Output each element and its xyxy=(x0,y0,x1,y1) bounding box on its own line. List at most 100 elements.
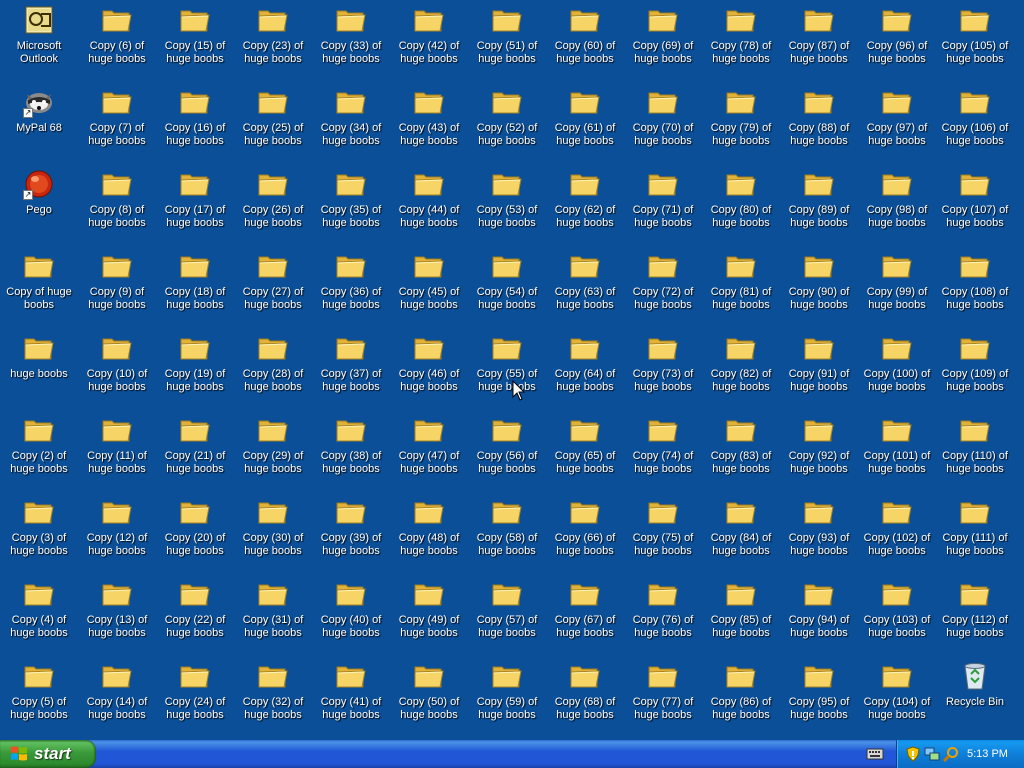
folder-icon[interactable]: Copy (30) of huge boobs xyxy=(234,492,312,570)
folder-icon[interactable]: Copy (10) of huge boobs xyxy=(78,328,156,406)
folder-icon[interactable]: Copy (9) of huge boobs xyxy=(78,246,156,324)
folder-icon[interactable]: Copy (4) of huge boobs xyxy=(0,574,78,652)
folder-icon[interactable]: Copy (16) of huge boobs xyxy=(156,82,234,160)
folder-icon[interactable]: Copy (70) of huge boobs xyxy=(624,82,702,160)
folder-icon[interactable]: Copy (83) of huge boobs xyxy=(702,410,780,488)
folder-icon[interactable]: Copy (80) of huge boobs xyxy=(702,164,780,242)
folder-icon[interactable]: Copy (38) of huge boobs xyxy=(312,410,390,488)
folder-icon[interactable]: Copy (82) of huge boobs xyxy=(702,328,780,406)
folder-icon[interactable]: Copy (35) of huge boobs xyxy=(312,164,390,242)
folder-icon[interactable]: Copy (31) of huge boobs xyxy=(234,574,312,652)
folder-icon[interactable]: Copy (98) of huge boobs xyxy=(858,164,936,242)
folder-icon[interactable]: Copy (105) of huge boobs xyxy=(936,0,1014,78)
folder-icon[interactable]: Copy (75) of huge boobs xyxy=(624,492,702,570)
folder-icon[interactable]: huge boobs xyxy=(0,328,78,406)
folder-icon[interactable]: Copy (66) of huge boobs xyxy=(546,492,624,570)
folder-icon[interactable]: Copy (44) of huge boobs xyxy=(390,164,468,242)
folder-icon[interactable]: Copy (11) of huge boobs xyxy=(78,410,156,488)
folder-icon[interactable]: Copy (12) of huge boobs xyxy=(78,492,156,570)
folder-icon[interactable]: Copy (49) of huge boobs xyxy=(390,574,468,652)
folder-icon[interactable]: Copy (43) of huge boobs xyxy=(390,82,468,160)
recycle-bin-icon[interactable]: Recycle Bin xyxy=(936,656,1014,734)
folder-icon[interactable]: Copy (96) of huge boobs xyxy=(858,0,936,78)
folder-icon[interactable]: Copy (79) of huge boobs xyxy=(702,82,780,160)
folder-icon[interactable]: Copy (61) of huge boobs xyxy=(546,82,624,160)
folder-icon[interactable]: Copy (81) of huge boobs xyxy=(702,246,780,324)
folder-icon[interactable]: Copy (59) of huge boobs xyxy=(468,656,546,734)
folder-icon[interactable]: Copy (103) of huge boobs xyxy=(858,574,936,652)
keyboard-icon[interactable] xyxy=(866,747,884,761)
folder-icon[interactable]: Copy (60) of huge boobs xyxy=(546,0,624,78)
folder-icon[interactable]: Copy (14) of huge boobs xyxy=(78,656,156,734)
folder-icon[interactable]: Copy (78) of huge boobs xyxy=(702,0,780,78)
folder-icon[interactable]: Copy (42) of huge boobs xyxy=(390,0,468,78)
folder-icon[interactable]: Copy (71) of huge boobs xyxy=(624,164,702,242)
folder-icon[interactable]: Copy (74) of huge boobs xyxy=(624,410,702,488)
folder-icon[interactable]: Copy (3) of huge boobs xyxy=(0,492,78,570)
folder-icon[interactable]: Copy (112) of huge boobs xyxy=(936,574,1014,652)
mypal-icon[interactable]: ↗ MyPal 68 xyxy=(0,82,78,160)
folder-icon[interactable]: Copy (33) of huge boobs xyxy=(312,0,390,78)
folder-icon[interactable]: Copy (20) of huge boobs xyxy=(156,492,234,570)
folder-icon[interactable]: Copy (48) of huge boobs xyxy=(390,492,468,570)
folder-icon[interactable]: Copy (84) of huge boobs xyxy=(702,492,780,570)
folder-icon[interactable]: Copy (58) of huge boobs xyxy=(468,492,546,570)
folder-icon[interactable]: Copy (45) of huge boobs xyxy=(390,246,468,324)
folder-icon[interactable]: Copy (106) of huge boobs xyxy=(936,82,1014,160)
folder-icon[interactable]: Copy (86) of huge boobs xyxy=(702,656,780,734)
microsoft-outlook-icon[interactable]: Microsoft Outlook xyxy=(0,0,78,78)
folder-icon[interactable]: Copy (25) of huge boobs xyxy=(234,82,312,160)
folder-icon[interactable]: Copy (62) of huge boobs xyxy=(546,164,624,242)
folder-icon[interactable]: Copy (2) of huge boobs xyxy=(0,410,78,488)
folder-icon[interactable]: Copy (88) of huge boobs xyxy=(780,82,858,160)
folder-icon[interactable]: Copy (37) of huge boobs xyxy=(312,328,390,406)
folder-icon[interactable]: Copy (92) of huge boobs xyxy=(780,410,858,488)
folder-icon[interactable]: Copy (7) of huge boobs xyxy=(78,82,156,160)
folder-icon[interactable]: Copy (41) of huge boobs xyxy=(312,656,390,734)
folder-icon[interactable]: Copy (34) of huge boobs xyxy=(312,82,390,160)
folder-icon[interactable]: Copy (95) of huge boobs xyxy=(780,656,858,734)
folder-icon[interactable]: Copy (46) of huge boobs xyxy=(390,328,468,406)
folder-icon[interactable]: Copy (13) of huge boobs xyxy=(78,574,156,652)
folder-icon[interactable]: Copy (6) of huge boobs xyxy=(78,0,156,78)
folder-icon[interactable]: Copy (99) of huge boobs xyxy=(858,246,936,324)
folder-icon[interactable]: Copy (50) of huge boobs xyxy=(390,656,468,734)
folder-icon[interactable]: Copy (85) of huge boobs xyxy=(702,574,780,652)
security-shield-icon[interactable] xyxy=(905,746,921,762)
folder-icon[interactable]: Copy (67) of huge boobs xyxy=(546,574,624,652)
folder-icon[interactable]: Copy (24) of huge boobs xyxy=(156,656,234,734)
folder-icon[interactable]: Copy (68) of huge boobs xyxy=(546,656,624,734)
folder-icon[interactable]: Copy (64) of huge boobs xyxy=(546,328,624,406)
folder-icon[interactable]: Copy (110) of huge boobs xyxy=(936,410,1014,488)
folder-icon[interactable]: Copy (109) of huge boobs xyxy=(936,328,1014,406)
folder-icon[interactable]: Copy (107) of huge boobs xyxy=(936,164,1014,242)
folder-icon[interactable]: Copy (40) of huge boobs xyxy=(312,574,390,652)
folder-icon[interactable]: Copy (29) of huge boobs xyxy=(234,410,312,488)
folder-icon[interactable]: Copy (65) of huge boobs xyxy=(546,410,624,488)
desktop[interactable]: Microsoft Outlook ↗ MyPal 68 ↗ Pego Recycle B… xyxy=(0,0,1024,740)
folder-icon[interactable]: Copy (47) of huge boobs xyxy=(390,410,468,488)
folder-icon[interactable]: Copy (101) of huge boobs xyxy=(858,410,936,488)
folder-icon[interactable]: Copy (73) of huge boobs xyxy=(624,328,702,406)
folder-icon[interactable]: Copy (32) of huge boobs xyxy=(234,656,312,734)
folder-icon[interactable]: Copy (23) of huge boobs xyxy=(234,0,312,78)
folder-icon[interactable]: Copy (89) of huge boobs xyxy=(780,164,858,242)
pego-icon[interactable]: ↗ Pego xyxy=(0,164,78,242)
folder-icon[interactable]: Copy (104) of huge boobs xyxy=(858,656,936,734)
folder-icon[interactable]: Copy (8) of huge boobs xyxy=(78,164,156,242)
folder-icon[interactable]: Copy (55) of huge boobs xyxy=(468,328,546,406)
folder-icon[interactable]: Copy (87) of huge boobs xyxy=(780,0,858,78)
folder-icon[interactable]: Copy (28) of huge boobs xyxy=(234,328,312,406)
folder-icon[interactable]: Copy (27) of huge boobs xyxy=(234,246,312,324)
folder-icon[interactable]: Copy (15) of huge boobs xyxy=(156,0,234,78)
folder-icon[interactable]: Copy (56) of huge boobs xyxy=(468,410,546,488)
folder-icon[interactable]: Copy (57) of huge boobs xyxy=(468,574,546,652)
folder-icon[interactable]: Copy (97) of huge boobs xyxy=(858,82,936,160)
folder-icon[interactable]: Copy (51) of huge boobs xyxy=(468,0,546,78)
folder-icon[interactable]: Copy (90) of huge boobs xyxy=(780,246,858,324)
folder-icon[interactable]: Copy (53) of huge boobs xyxy=(468,164,546,242)
folder-icon[interactable]: Copy (17) of huge boobs xyxy=(156,164,234,242)
folder-icon[interactable]: Copy (36) of huge boobs xyxy=(312,246,390,324)
folder-icon[interactable]: Copy (77) of huge boobs xyxy=(624,656,702,734)
folder-icon[interactable]: Copy (94) of huge boobs xyxy=(780,574,858,652)
